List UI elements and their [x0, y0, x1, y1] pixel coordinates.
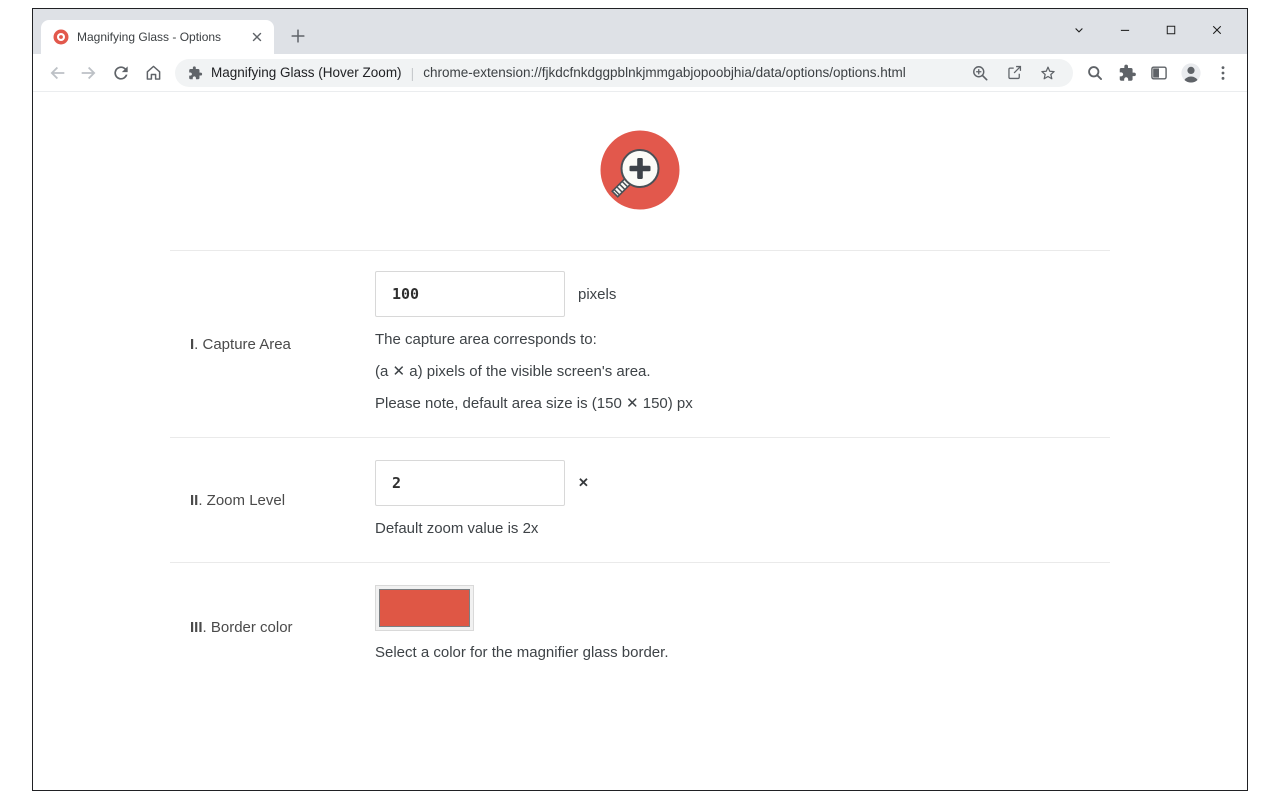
section-border-color: III. Border color Select a color for the… — [170, 562, 1110, 692]
capture-area-description-3: Please note, default area size is (150 ✕… — [375, 395, 693, 412]
back-button[interactable] — [41, 57, 73, 89]
magnifier-plus-logo-icon — [600, 130, 680, 210]
capture-area-description-1: The capture area corresponds to: — [375, 331, 597, 348]
extension-puzzle-icon — [187, 65, 203, 81]
browser-toolbar: Magnifying Glass (Hover Zoom) | chrome-e… — [33, 54, 1247, 92]
window-controls — [1056, 15, 1240, 45]
address-url-text: chrome-extension://fjkdcfnkdggpblnkjmmga… — [423, 65, 906, 80]
new-tab-button[interactable] — [284, 22, 312, 50]
border-color-picker[interactable] — [375, 585, 474, 631]
profile-icon — [1181, 62, 1201, 83]
side-panel-button[interactable] — [1143, 57, 1175, 89]
section-zoom-level: II. Zoom Level ✕ Default zoom value is 2… — [170, 437, 1110, 562]
zoom-multiplier-x-icon: ✕ — [578, 475, 589, 490]
extension-logo — [170, 92, 1110, 250]
zoom-level-label: II. Zoom Level — [190, 491, 286, 509]
search-icon — [1088, 65, 1102, 80]
zoom-level-input[interactable] — [375, 460, 565, 506]
capture-area-label: I. Capture Area — [190, 335, 291, 353]
forward-arrow-icon — [81, 66, 96, 79]
browser-menu-button[interactable] — [1207, 57, 1239, 89]
address-separator: | — [410, 64, 415, 81]
zoom-level-description: Default zoom value is 2x — [375, 520, 539, 537]
search-button[interactable] — [1079, 57, 1111, 89]
profile-avatar[interactable] — [1175, 57, 1207, 89]
extension-favicon-icon — [53, 29, 69, 45]
tab-strip: Magnifying Glass - Options — [33, 9, 1247, 54]
border-color-description: Select a color for the magnifier glass b… — [375, 644, 669, 661]
close-window-button[interactable] — [1194, 15, 1240, 45]
section-capture-area: I. Capture Area pixels The capture area … — [170, 250, 1110, 437]
capture-area-input[interactable] — [375, 271, 565, 317]
browser-window: Magnifying Glass - Options Magnifying Gl… — [32, 8, 1248, 791]
border-color-swatch-value — [379, 589, 470, 627]
zoom-in-icon[interactable] — [967, 60, 993, 86]
home-icon — [146, 65, 160, 80]
extension-name-text: Magnifying Glass (Hover Zoom) — [211, 65, 402, 80]
extensions-button[interactable] — [1111, 57, 1143, 89]
share-icon[interactable] — [1001, 60, 1027, 86]
bookmark-star-icon[interactable] — [1035, 60, 1061, 86]
extensions-puzzle-icon — [1119, 64, 1136, 81]
forward-button[interactable] — [73, 57, 105, 89]
address-bar[interactable]: Magnifying Glass (Hover Zoom) | chrome-e… — [175, 58, 1073, 87]
home-button[interactable] — [137, 57, 169, 89]
reload-icon — [114, 65, 128, 80]
minimize-button[interactable] — [1102, 15, 1148, 45]
tab-close-icon[interactable] — [248, 28, 266, 46]
reload-button[interactable] — [105, 57, 137, 89]
three-dot-menu-icon — [1221, 65, 1225, 80]
side-panel-icon — [1151, 65, 1167, 80]
options-page: I. Capture Area pixels The capture area … — [33, 92, 1247, 790]
back-arrow-icon — [50, 66, 65, 79]
capture-area-description-2: (a ✕ a) pixels of the visible screen's a… — [375, 363, 651, 380]
tab-search-chevron-down-icon[interactable] — [1056, 15, 1102, 45]
tab-magnifying-glass-options[interactable]: Magnifying Glass - Options — [41, 20, 274, 54]
border-color-numeral: III — [190, 619, 203, 636]
border-color-label: III. Border color — [190, 619, 293, 636]
maximize-button[interactable] — [1148, 15, 1194, 45]
tab-title: Magnifying Glass - Options — [77, 30, 222, 44]
desktop-background: Magnifying Glass - Options Magnifying Gl… — [0, 0, 1280, 800]
capture-area-unit-label: pixels — [578, 285, 617, 303]
